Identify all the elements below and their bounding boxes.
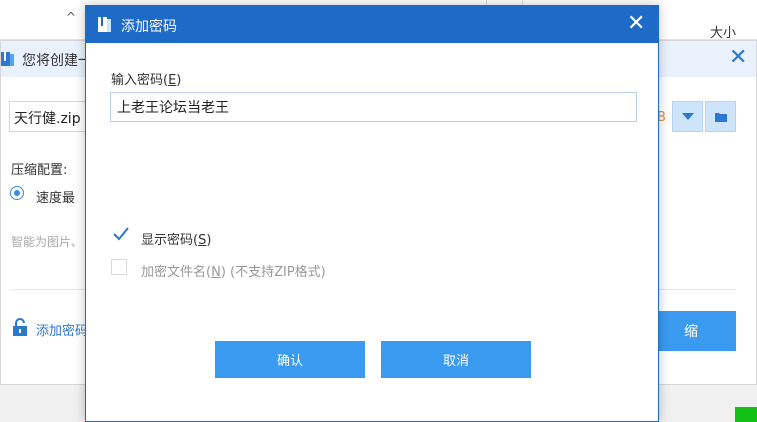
show-password-label[interactable]: 显示密码(S) <box>141 229 211 248</box>
archive-filename-field[interactable]: 天行健.zip <box>9 101 89 132</box>
encrypt-filenames-label[interactable]: 加密文件名(N) (不支持ZIP格式) <box>141 261 326 280</box>
encrypt-filenames-checkbox[interactable] <box>111 259 127 275</box>
dialog-title: 添加密码 <box>121 19 177 35</box>
confirm-button[interactable]: 确认 <box>215 341 365 378</box>
speed-radio-label[interactable]: 速度最 <box>36 187 75 206</box>
password-label: 输入密码(E) <box>111 73 182 88</box>
unlock-icon[interactable] <box>12 318 28 336</box>
create-archive-title: 您将创建一 <box>22 53 92 69</box>
archive-app-icon <box>1 52 14 66</box>
show-password-checkbox[interactable] <box>113 226 129 242</box>
speed-radio[interactable] <box>10 186 24 200</box>
column-header-size[interactable]: 大小 <box>710 22 736 41</box>
compress-button[interactable]: 缩 <box>646 311 736 351</box>
compression-hint: 智能为图片、 <box>11 235 84 249</box>
add-password-link[interactable]: 添加密码 <box>36 320 88 339</box>
create-archive-close-icon[interactable]: ✕ <box>729 45 747 71</box>
compression-config-label: 压缩配置: <box>11 163 68 178</box>
dialog-close-icon[interactable]: ✕ <box>627 11 645 37</box>
caret-down-icon <box>681 112 694 120</box>
sort-arrow-icon[interactable]: ^ <box>66 10 76 24</box>
cancel-button[interactable]: 取消 <box>381 341 531 378</box>
taskbar-green-indicator <box>735 407 757 422</box>
browse-folder-button[interactable] <box>705 101 736 132</box>
add-password-dialog: 添加密码 ✕ 输入密码(E) 显示密码(S) 加密文件名(N) (不支持ZIP格… <box>85 5 659 422</box>
folder-icon <box>714 112 727 122</box>
archive-app-icon <box>98 17 111 32</box>
dialog-titlebar: 添加密码 ✕ <box>86 6 658 43</box>
password-input[interactable] <box>110 92 637 122</box>
dropdown-button[interactable] <box>672 101 703 132</box>
